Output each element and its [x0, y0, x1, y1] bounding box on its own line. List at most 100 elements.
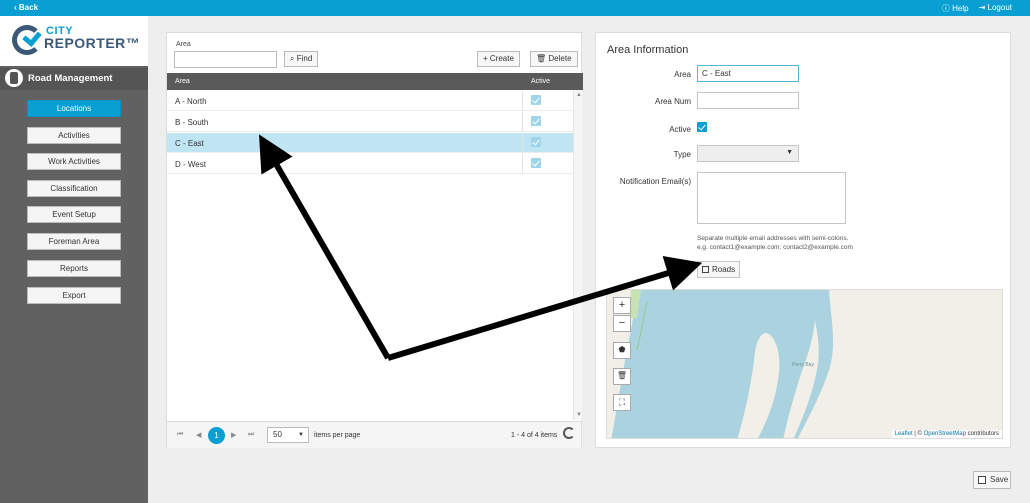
zoom-in-button[interactable]: +: [613, 297, 631, 314]
map-place-label: Perry Bay: [792, 362, 814, 368]
area-filter-input[interactable]: [174, 51, 277, 68]
scroll-up-icon[interactable]: ▲: [576, 92, 582, 98]
fullscreen-icon[interactable]: ⛶: [613, 394, 631, 411]
map-attribution: Leaflet | © OpenStreetMap contributors: [891, 430, 1002, 438]
nav-locations[interactable]: Locations: [27, 100, 121, 117]
trash-icon: 🗑: [536, 54, 547, 63]
save-button[interactable]: Save: [973, 471, 1011, 489]
panel-title: Area Information: [607, 44, 689, 56]
area-field-label: Area: [674, 70, 691, 79]
row-active-checkbox: [531, 158, 541, 168]
logout-icon: ⇥: [978, 3, 986, 12]
create-label: Create: [489, 54, 514, 63]
grid-empty-area: [167, 175, 573, 421]
openstreetmap-link[interactable]: OpenStreetMap: [924, 431, 966, 437]
email-hint: Separate multiple email addresses with s…: [697, 234, 853, 252]
roads-icon: [702, 266, 709, 273]
grid-header: Area Active: [167, 73, 583, 90]
email-hint-line2: e.g. contact1@example.com; contact2@exam…: [697, 244, 853, 251]
leaflet-link[interactable]: Leaflet: [895, 431, 913, 437]
row-area-name: B - South: [175, 118, 209, 127]
column-header-active[interactable]: Active: [531, 78, 550, 85]
row-active-checkbox: [531, 95, 541, 105]
row-active-checkbox: [531, 137, 541, 147]
refresh-icon[interactable]: [563, 427, 575, 439]
roads-button[interactable]: Roads: [697, 261, 740, 278]
back-link[interactable]: ‹ Back: [14, 3, 38, 12]
column-divider: [522, 112, 523, 132]
prev-page-icon[interactable]: ◀: [196, 431, 201, 439]
active-label: Active: [669, 125, 691, 134]
draw-polygon-icon[interactable]: ⬟: [613, 342, 631, 359]
help-icon: ⓘ: [941, 4, 950, 13]
trash-icon[interactable]: 🗑: [613, 368, 631, 385]
page-number-button[interactable]: 1: [208, 427, 225, 444]
column-divider: [522, 133, 523, 153]
zoom-out-button[interactable]: −: [613, 315, 631, 332]
email-textarea[interactable]: [697, 172, 846, 224]
row-active-checkbox: [531, 116, 541, 126]
roads-label: Roads: [712, 265, 736, 274]
nav-work-activities[interactable]: Work Activities: [27, 153, 121, 170]
page-size-value: 50: [273, 430, 282, 439]
help-link[interactable]: ⓘ Help: [942, 3, 969, 14]
nav-export[interactable]: Export: [27, 287, 121, 304]
area-list-panel: Area ⌕ Find + Create 🗑 Delete Area Activ…: [166, 32, 583, 448]
first-page-icon[interactable]: ⏮: [177, 431, 183, 439]
next-page-icon[interactable]: ▶: [231, 431, 236, 439]
page-size-select[interactable]: 50 ▼: [267, 427, 309, 443]
find-label: Find: [296, 54, 313, 63]
logout-label: Logout: [987, 3, 1012, 12]
logo-reporter-text: REPORTER™: [44, 35, 141, 51]
column-header-area[interactable]: Area: [175, 78, 190, 85]
pager: ⏮ ◀ 1 ▶ ⏭ 50 ▼ items per page 1 - 4 of 4…: [167, 421, 581, 448]
nav-event-setup[interactable]: Event Setup: [27, 206, 121, 223]
create-button[interactable]: + Create: [477, 51, 520, 67]
type-label: Type: [673, 150, 691, 159]
city-reporter-logo: CITY REPORTER™: [0, 16, 148, 66]
items-per-page-label: items per page: [314, 432, 361, 439]
type-select[interactable]: ▼: [697, 145, 799, 162]
attribution-separator: | ©: [912, 431, 924, 437]
find-button[interactable]: ⌕ Find: [284, 51, 319, 67]
area-num-input[interactable]: [697, 92, 799, 109]
save-label: Save: [990, 475, 1009, 484]
module-title-label: Road Management: [28, 73, 113, 84]
search-icon: ⌕: [290, 54, 295, 63]
row-area-name: C - East: [175, 139, 204, 148]
nav-reports[interactable]: Reports: [27, 260, 121, 277]
top-bar: ‹ Back ⓘ Help ⇥ Logout: [0, 0, 1030, 16]
email-label: Notification Email(s): [619, 177, 691, 186]
table-row-selected[interactable]: C - East: [167, 133, 573, 153]
attribution-suffix: contributors: [965, 431, 999, 437]
area-map[interactable]: Perry Bay + − ⬟ 🗑 ⛶ Leaflet | © OpenStre…: [606, 289, 1003, 439]
nav-classification[interactable]: Classification: [27, 180, 121, 197]
help-label: Help: [952, 4, 969, 13]
area-information-panel: Area Information Area C - East Area Num …: [595, 32, 1011, 448]
map-tiles: Perry Bay: [607, 290, 1002, 438]
table-row[interactable]: A - North: [167, 91, 573, 111]
table-row[interactable]: D - West: [167, 154, 573, 174]
delete-button[interactable]: 🗑 Delete: [530, 51, 578, 67]
logout-link[interactable]: ⇥ Logout: [979, 3, 1012, 14]
scroll-down-icon[interactable]: ▼: [576, 412, 582, 418]
row-area-name: D - West: [175, 160, 206, 169]
save-icon: [978, 476, 986, 484]
delete-label: Delete: [548, 54, 572, 63]
back-label: Back: [18, 3, 39, 12]
nav-foreman-area[interactable]: Foreman Area: [27, 233, 121, 250]
area-name-input[interactable]: C - East: [697, 65, 799, 82]
row-area-name: A - North: [175, 97, 207, 106]
column-divider: [522, 154, 523, 174]
email-hint-line1: Separate multiple email addresses with s…: [697, 235, 849, 242]
table-row[interactable]: B - South: [167, 112, 573, 132]
sidebar: CITY REPORTER™ Road Management Locations…: [0, 16, 148, 503]
grid-scrollbar[interactable]: ▲ ▼: [573, 90, 582, 420]
nav-activities[interactable]: Activities: [27, 127, 121, 144]
active-checkbox[interactable]: [697, 122, 707, 132]
chevron-down-icon: ▼: [298, 432, 304, 438]
top-bar-actions: ⓘ Help ⇥ Logout: [942, 3, 1012, 14]
chevron-down-icon: ▼: [786, 149, 793, 156]
item-count-label: 1 - 4 of 4 items: [511, 432, 558, 439]
last-page-icon[interactable]: ⏭: [248, 431, 254, 439]
